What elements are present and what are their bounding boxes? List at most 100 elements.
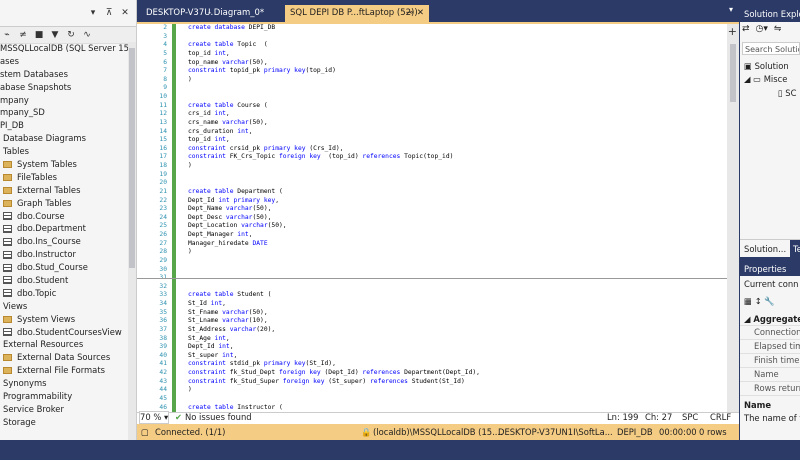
scrollbar-thumb[interactable] [129,48,135,268]
code-area[interactable]: create database DEPI_DB create table Top… [188,24,480,438]
code-line[interactable]: Dept_Manager int, [188,231,480,240]
close-icon[interactable]: ✕ [417,5,424,22]
pin-icon[interactable]: ⊼ [104,8,114,18]
code-line[interactable]: crs_id int, [188,110,480,119]
tab-solution-explorer[interactable]: Solution... [744,240,786,258]
code-line[interactable]: ) [188,248,480,257]
close-icon[interactable]: ✕ [120,8,130,18]
code-line[interactable]: constraint fk_Stud_Dept foreign key (Dep… [188,369,480,378]
code-line[interactable]: Dept_Id int primary key, [188,197,480,206]
wrench-icon[interactable]: 🔧 [764,296,774,306]
tree-item[interactable]: dbo.Instructor [0,248,128,261]
prop-row[interactable]: Name [754,369,779,379]
code-line[interactable]: constraint FK_Crs_Topic foreign key (top… [188,153,480,162]
tab-team-explorer[interactable]: Te [790,240,800,258]
solution-search-input[interactable]: Search Solution [742,42,800,55]
code-line[interactable]: St_super int, [188,352,480,361]
code-line[interactable]: Dept_Name varchar(50), [188,205,480,214]
split-icon[interactable]: + [728,25,737,38]
tree-item[interactable]: External Tables [0,184,128,197]
code-line[interactable]: constraint stdid_pk primary key(St_Id), [188,360,480,369]
history-icon[interactable]: ◷▾ [756,24,768,34]
code-line[interactable] [188,179,480,188]
tree-item[interactable]: Service Broker [0,403,128,416]
tree-item[interactable]: External File Formats [0,364,128,377]
connect-icon[interactable]: ⌁ [2,30,12,40]
sql-editor[interactable]: 2 3 4 5 6 7 8 9 10 11 12 13 14 15 16 17 18 19 20 21 22 23 24 25… [137,22,739,436]
tree-item[interactable]: Views [0,300,128,313]
code-line[interactable]: constraint topid_pk primary key(top_id) [188,67,480,76]
code-line[interactable]: St_Id int, [188,300,480,309]
pin-icon[interactable]: ⊸ [406,5,413,22]
tree-item[interactable]: ases [0,55,128,68]
tree-item[interactable]: dbo.StudentCoursesView [0,326,128,339]
code-line[interactable]: create table Department ( [188,188,480,197]
disconnect-icon[interactable]: ≠ [18,30,28,40]
tree-item[interactable]: External Data Sources [0,351,128,364]
code-line[interactable] [188,266,480,275]
solution-node[interactable]: ▣ Solution [744,61,789,71]
alphabetical-icon[interactable]: ↕ [755,296,762,306]
code-line[interactable]: Dept_Id int, [188,343,480,352]
code-line[interactable]: St_Lname varchar(10), [188,317,480,326]
code-line[interactable]: top_name varchar(50), [188,59,480,68]
code-line[interactable]: create table Course ( [188,102,480,111]
code-line[interactable]: ) [188,162,480,171]
prop-row[interactable]: Finish time [754,355,799,365]
activity-icon[interactable]: ∿ [82,30,92,40]
tree-item[interactable]: Storage [0,416,128,429]
code-line[interactable]: St_Address varchar(20), [188,326,480,335]
tree-item[interactable]: FileTables [0,171,128,184]
code-line[interactable]: Manager_hiredate DATE [188,240,480,249]
code-line[interactable]: top_id int, [188,136,480,145]
tab-sql-query[interactable]: SQL DEPI DB P...ftLaptop (52)) ⊸ ✕ [285,5,429,22]
stop-icon[interactable]: ■ [34,30,44,40]
tab-overflow-icon[interactable]: ▾ [729,5,733,14]
refresh-icon[interactable]: ↻ [66,30,76,40]
code-line[interactable]: crs_duration int, [188,128,480,137]
code-line[interactable]: constraint crsid_pk primary key (Crs_Id)… [188,145,480,154]
code-line[interactable]: create table Student ( [188,291,480,300]
aggregate-section[interactable]: ◢ Aggregate S [744,314,800,324]
tree-item[interactable]: stem Databases [0,68,128,81]
code-line[interactable]: St_Age int, [188,335,480,344]
code-line[interactable]: top_id int, [188,50,480,59]
tree-item[interactable]: Database Diagrams [0,132,128,145]
issues-text[interactable]: No issues found [185,411,252,423]
switch-view-icon[interactable]: ⇋ [774,24,782,34]
tree-item[interactable]: MSSQLLocalDB (SQL Server 15.0 [0,42,128,55]
code-line[interactable]: create table Topic ( [188,41,480,50]
tree-item[interactable]: Tables [0,145,128,158]
code-line[interactable]: ) [188,386,480,395]
code-line[interactable] [188,93,480,102]
tree-item[interactable]: dbo.Student [0,274,128,287]
zoom-select[interactable]: 70 % ▾ [139,411,169,424]
code-line[interactable] [188,171,480,180]
prop-row[interactable]: Elapsed time [754,341,800,351]
tree-item[interactable]: PI_DB [0,119,128,132]
prop-row[interactable]: Rows return [754,383,800,393]
code-line[interactable]: Dept_Desc varchar(50), [188,214,480,223]
window-position-icon[interactable]: ▾ [88,8,98,18]
tree-item[interactable]: Programmability [0,390,128,403]
properties-object[interactable]: Current conn [744,279,798,289]
tree-item[interactable]: abase Snapshots [0,81,128,94]
tree-item[interactable]: mpany [0,94,128,107]
filter-icon[interactable]: ▼ [50,30,60,40]
tree-item[interactable]: System Tables [0,158,128,171]
code-line[interactable]: constraint fk_Stud_Super foreign key (St… [188,378,480,387]
code-line[interactable]: Dept_Location varchar(50), [188,222,480,231]
sync-icon[interactable]: ⇄ [742,24,750,34]
code-line[interactable]: create database DEPI_DB [188,24,480,33]
editor-scrollbar[interactable]: + [727,24,739,412]
object-explorer-scrollbar[interactable] [128,42,136,440]
code-line[interactable] [188,84,480,93]
prop-row[interactable]: Connection [754,327,800,337]
code-line[interactable] [188,395,480,404]
code-line[interactable]: crs_name varchar(50), [188,119,480,128]
tree-item[interactable]: dbo.Topic [0,287,128,300]
code-line[interactable] [188,257,480,266]
tree-item[interactable]: mpany_SD [0,106,128,119]
tree-item[interactable]: dbo.Course [0,210,128,223]
tree-item[interactable]: Graph Tables [0,197,128,210]
